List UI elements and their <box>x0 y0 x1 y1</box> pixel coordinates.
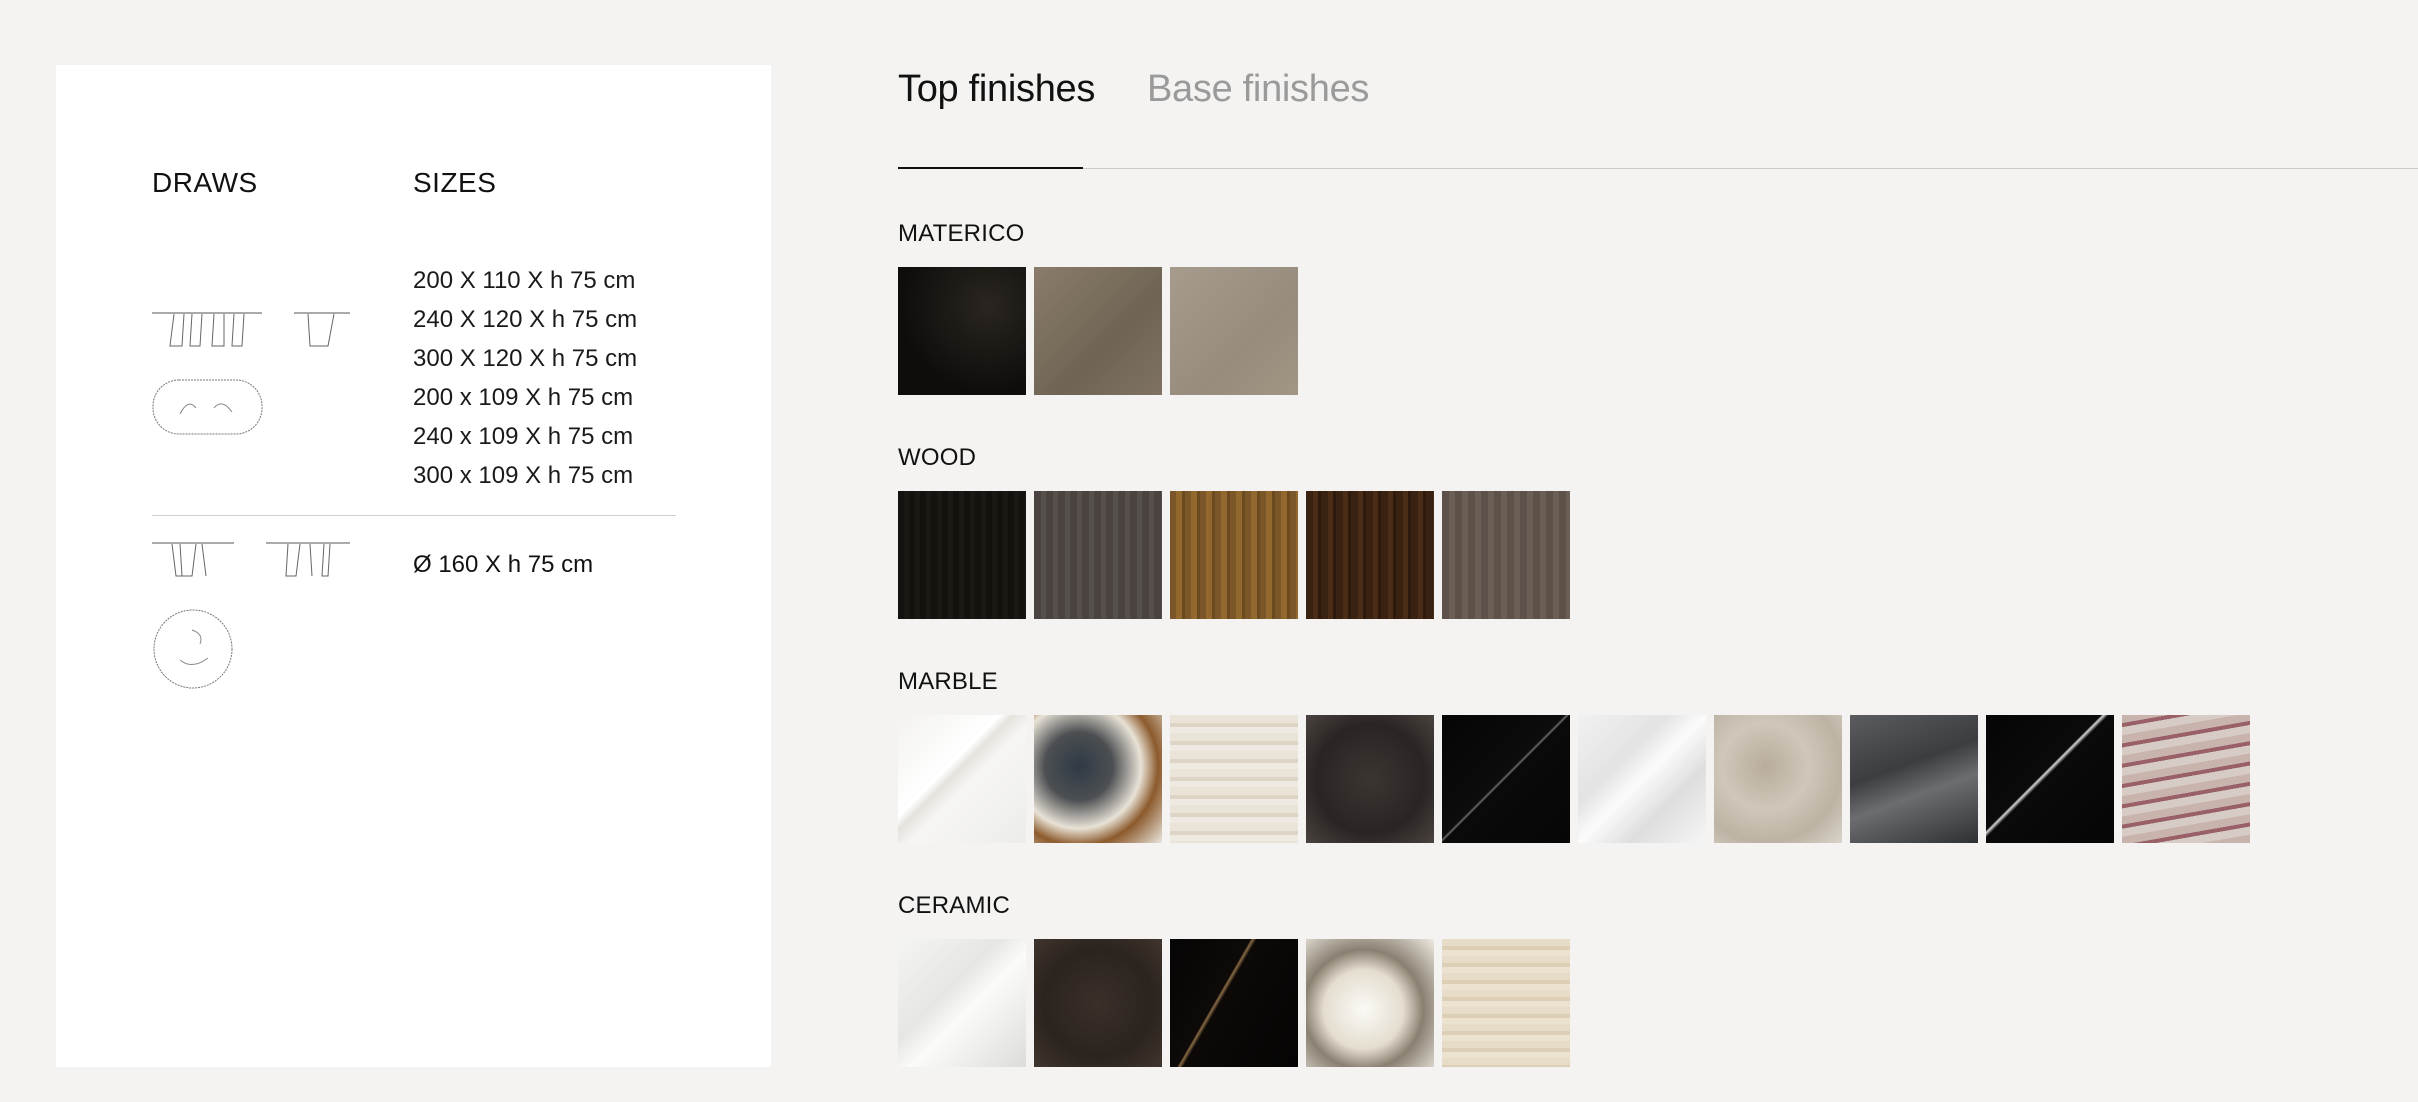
rect-sizes-list: 200 X 110 X h 75 cm 240 X 120 X h 75 cm … <box>413 261 637 495</box>
round-table-side-drawing <box>152 542 234 577</box>
finish-swatch-wood-smoke[interactable] <box>1442 491 1570 619</box>
rect-table-end-drawing <box>294 312 350 347</box>
finish-swatch-wood-black[interactable] <box>898 491 1026 619</box>
swatch-row-marble <box>898 715 2250 843</box>
finish-swatch-wood-oak[interactable] <box>1170 491 1298 619</box>
tabs-underline <box>898 168 2418 169</box>
finish-swatch-ceramic-brown-marble[interactable] <box>1034 939 1162 1067</box>
finish-swatch-wood-grey[interactable] <box>1034 491 1162 619</box>
finish-swatch-materico-bronze[interactable] <box>1034 267 1162 395</box>
finish-swatch-ceramic-patagonia[interactable] <box>1306 939 1434 1067</box>
finish-swatch-wood-walnut[interactable] <box>1306 491 1434 619</box>
size-item: 240 x 109 X h 75 cm <box>413 423 634 450</box>
finish-swatch-materico-sand[interactable] <box>1170 267 1298 395</box>
finish-swatch-marble-rosso[interactable] <box>2122 715 2250 843</box>
finish-swatch-marble-nero[interactable] <box>1442 715 1570 843</box>
round-table-top-drawing <box>153 609 233 689</box>
finish-swatch-marble-calacatta[interactable] <box>898 715 1026 843</box>
tab-top-finishes[interactable]: Top finishes <box>898 68 1095 111</box>
swatch-row-ceramic <box>898 939 1570 1067</box>
size-item: 200 X 110 X h 75 cm <box>413 267 636 294</box>
group-title-ceramic: CERAMIC <box>898 892 1011 919</box>
active-tab-indicator <box>898 167 1083 169</box>
sizes-heading: SIZES <box>413 167 497 198</box>
finish-swatch-materico-black[interactable] <box>898 267 1026 395</box>
group-title-materico: MATERICO <box>898 220 1025 247</box>
size-item: 300 X 120 X h 75 cm <box>413 345 638 372</box>
tab-base-finishes[interactable]: Base finishes <box>1147 68 1369 111</box>
finish-swatch-ceramic-sahara-noir[interactable] <box>1170 939 1298 1067</box>
size-item: 240 X 120 X h 75 cm <box>413 306 638 333</box>
round-table-end-drawing <box>266 542 350 577</box>
finish-swatch-marble-travertine[interactable] <box>1170 715 1298 843</box>
product-info-card: DRAWS SIZES 200 X 110 X h 75 cm 240 X 12… <box>56 65 771 1067</box>
size-item: 300 x 109 X h 75 cm <box>413 462 634 489</box>
rect-table-side-drawing <box>152 312 262 347</box>
finish-swatch-marble-emperador[interactable] <box>1306 715 1434 843</box>
divider <box>152 515 676 516</box>
swatch-row-wood <box>898 491 1570 619</box>
draws-heading: DRAWS <box>152 167 258 198</box>
round-size: Ø 160 X h 75 cm <box>413 551 594 578</box>
finish-swatch-marble-patagonia[interactable] <box>1034 715 1162 843</box>
finish-swatch-ceramic-white-vein[interactable] <box>898 939 1026 1067</box>
finish-swatch-marble-grey-onyx[interactable] <box>1714 715 1842 843</box>
group-title-wood: WOOD <box>898 444 977 471</box>
group-title-marble: MARBLE <box>898 668 998 695</box>
finish-swatch-ceramic-travertine[interactable] <box>1442 939 1570 1067</box>
rect-table-top-drawing <box>152 379 263 435</box>
size-item: 200 x 109 X h 75 cm <box>413 384 634 411</box>
finish-swatch-marble-statuario[interactable] <box>1578 715 1706 843</box>
swatch-row-materico <box>898 267 1298 395</box>
finish-swatch-marble-black-white[interactable] <box>1986 715 2114 843</box>
finish-swatch-marble-storm[interactable] <box>1850 715 1978 843</box>
